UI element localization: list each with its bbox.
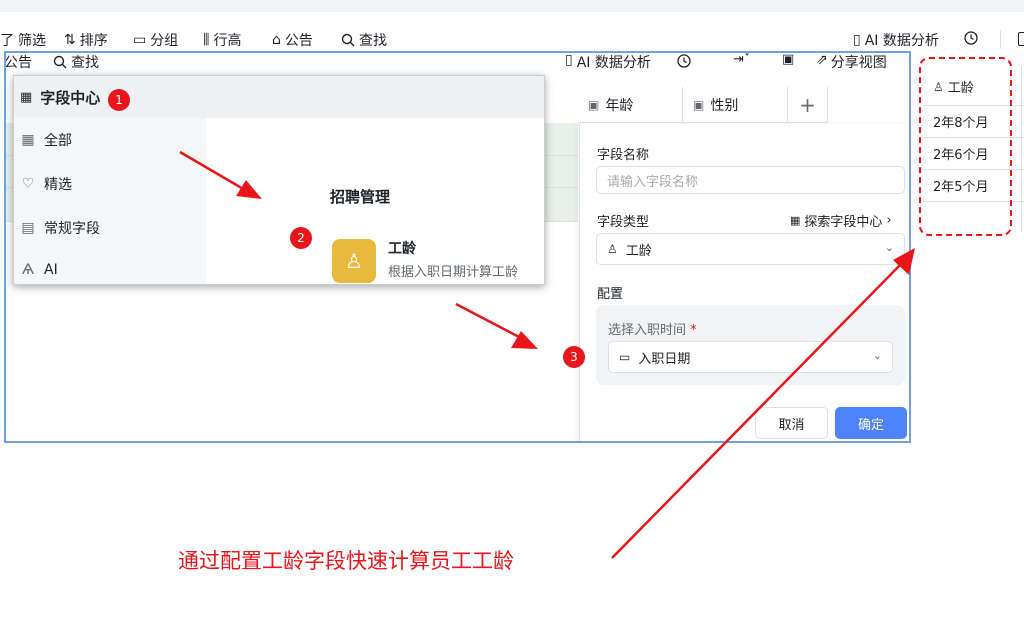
arrow-3	[611, 248, 915, 559]
arrow-2	[455, 302, 538, 349]
caption-text: 通过配置工龄字段快速计算员工工龄	[178, 549, 514, 573]
annotation-arrows	[179, 150, 915, 559]
arrow-1	[179, 150, 262, 199]
